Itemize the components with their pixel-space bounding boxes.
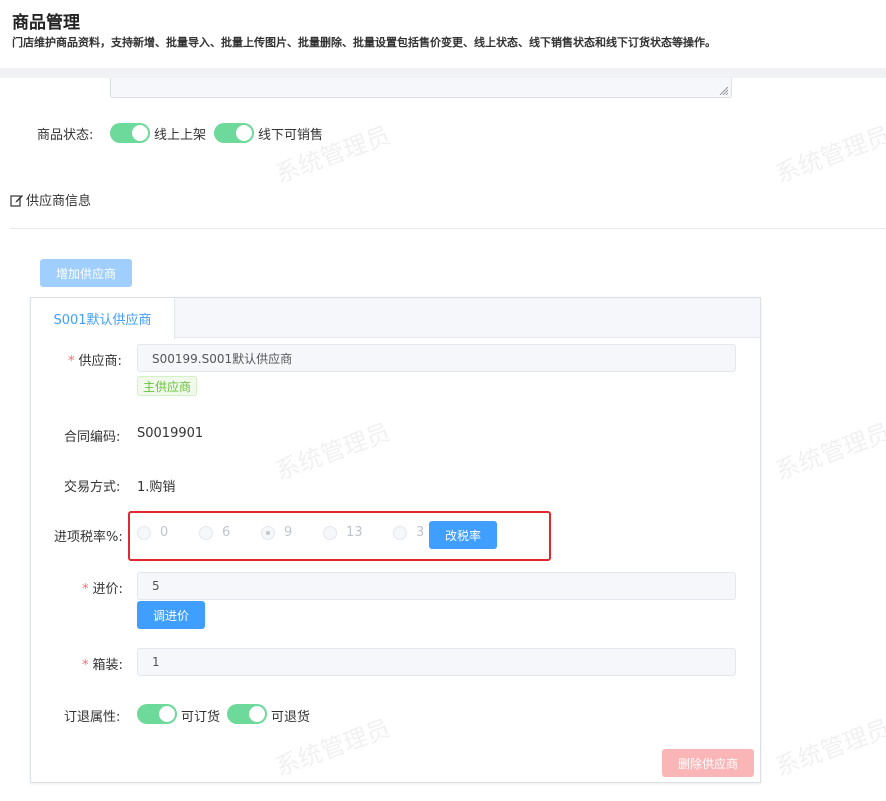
main-supplier-tag: 主供应商 [137, 376, 198, 396]
resize-grip-icon[interactable] [718, 85, 728, 95]
can-return-label: 可退货 [271, 710, 311, 725]
purchase-price-label-text: 进价: [92, 582, 123, 597]
delete-supplier-button[interactable]: 删除供应商 [662, 749, 754, 777]
supplier-section-title: 供应商信息 [26, 194, 92, 209]
box-pack-label: * 箱装: [82, 654, 123, 673]
required-mark: * [82, 658, 89, 673]
adjust-price-button[interactable]: 调进价 [137, 601, 205, 629]
section-divider [10, 228, 886, 229]
can-order-switch[interactable] [137, 704, 177, 724]
contract-code-value: S0019901 [137, 426, 204, 441]
input-tax-rate-label: 进项税率%: [54, 530, 123, 545]
box-pack-label-text: 箱装: [92, 658, 123, 673]
watermark: 系统管理员 [771, 121, 886, 189]
page-title: 商品管理 [12, 13, 80, 33]
required-mark: * [82, 582, 89, 597]
offline-sale-label: 线下可销售 [258, 128, 324, 143]
can-return-switch[interactable] [227, 704, 267, 724]
switch-knob [159, 706, 175, 722]
supplier-field[interactable]: S00199.S001默认供应商 [137, 344, 736, 372]
required-mark: * [68, 354, 75, 369]
product-status-label: 商品状态: [37, 128, 94, 143]
box-pack-field[interactable]: 1 [137, 648, 736, 676]
page-description: 门店维护商品资料，支持新增、批量导入、批量上传图片、批量删除、批量设置包括售价变… [12, 36, 716, 49]
switch-knob [236, 125, 252, 141]
purchase-price-label: * 进价: [82, 578, 123, 597]
watermark: 系统管理员 [771, 418, 886, 486]
highlight-annotation-box [128, 511, 551, 561]
supplier-tab-bar: S001默认供应商 [31, 298, 760, 339]
switch-knob [249, 706, 265, 722]
order-return-attr-label: 订退属性: [64, 710, 121, 725]
supplier-label-text: 供应商: [78, 354, 122, 369]
edit-icon [10, 194, 23, 207]
remark-textarea[interactable] [110, 78, 732, 98]
switch-knob [132, 125, 148, 141]
page-header: 商品管理 门店维护商品资料，支持新增、批量导入、批量上传图片、批量删除、批量设置… [0, 0, 886, 68]
supplier-section-heading: 供应商信息 [10, 190, 91, 209]
trade-method-label: 交易方式: [64, 480, 121, 495]
add-supplier-button[interactable]: 增加供应商 [40, 259, 132, 287]
trade-method-value: 1.购销 [137, 480, 176, 495]
supplier-label: * 供应商: [68, 350, 122, 369]
header-separator [0, 68, 886, 78]
can-order-label: 可订货 [181, 710, 221, 725]
online-listing-switch[interactable] [110, 123, 150, 143]
offline-sale-switch[interactable] [214, 123, 254, 143]
online-listing-label: 线上上架 [154, 128, 207, 143]
tab-s001-default-supplier[interactable]: S001默认供应商 [31, 298, 175, 339]
watermark: 系统管理员 [771, 714, 886, 782]
contract-code-label: 合同编码: [64, 430, 121, 445]
purchase-price-field[interactable]: 5 [137, 572, 736, 600]
